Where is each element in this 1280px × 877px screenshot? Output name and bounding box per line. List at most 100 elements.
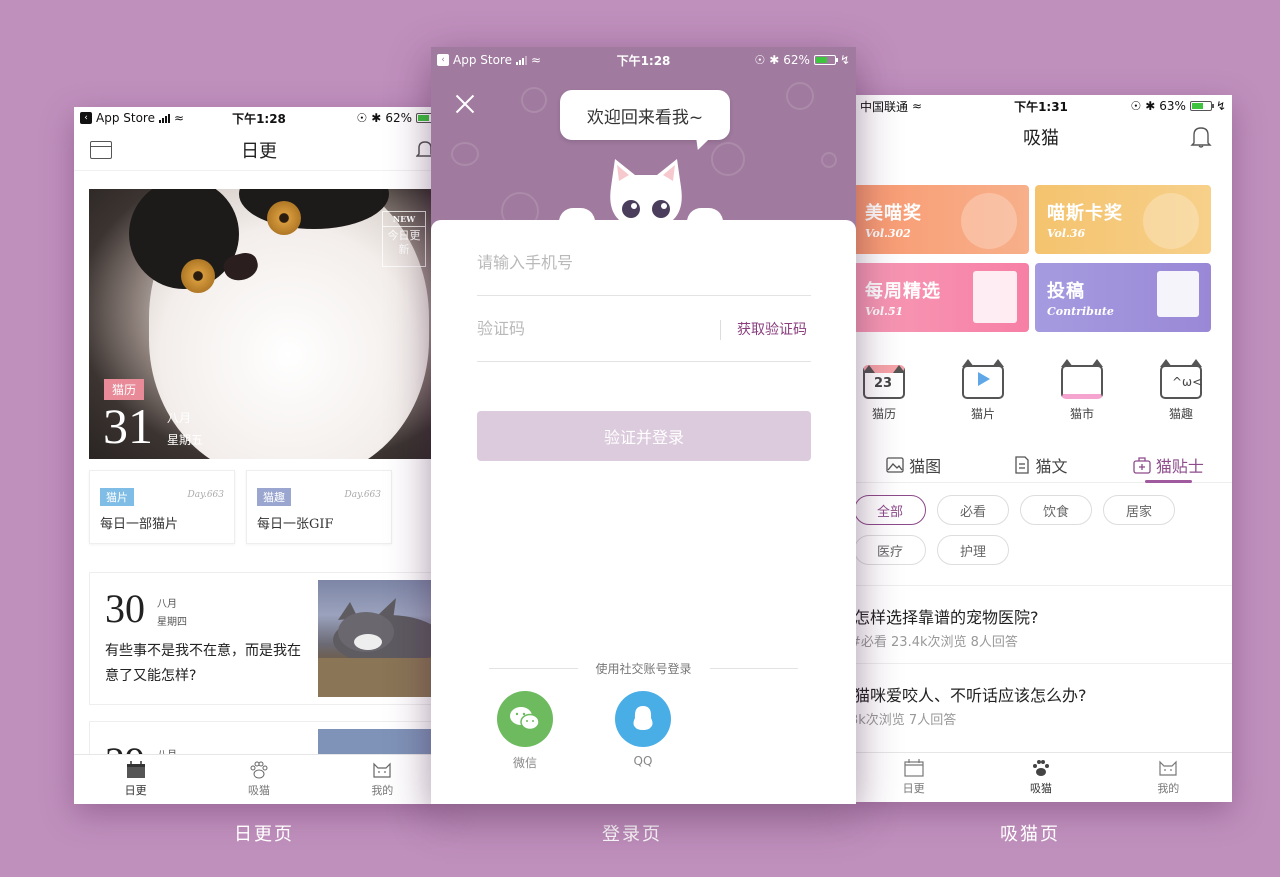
- cat-fun-icon: ^ω<: [1160, 359, 1202, 399]
- entry-thumbnail: [318, 580, 444, 697]
- calendar-date: 23: [874, 376, 893, 391]
- get-code-button[interactable]: 获取验证码: [720, 320, 807, 340]
- tab-daily[interactable]: 日更: [850, 753, 977, 802]
- chip-diet[interactable]: 饮食: [1020, 495, 1092, 525]
- orientation-lock-icon: ☉: [754, 53, 766, 67]
- category-fun[interactable]: ^ω< 猫趣: [1156, 359, 1206, 422]
- question-meta: 3k次浏览 7人回答: [850, 713, 957, 728]
- phone-input[interactable]: [477, 230, 811, 295]
- wifi-icon: ≈: [530, 53, 542, 67]
- mini-card-tag: 猫片: [100, 488, 134, 506]
- wifi-icon: ≈: [173, 111, 185, 125]
- page-title: 吸猫: [1023, 128, 1059, 149]
- carrier-label: App Store: [453, 53, 512, 67]
- tab-label: 吸猫: [1029, 782, 1052, 795]
- chip-medical[interactable]: 医疗: [854, 535, 926, 565]
- tab-me[interactable]: 我的: [321, 755, 444, 804]
- promo-weekly-picks[interactable]: 每周精选 Vol.51: [853, 263, 1029, 332]
- cat-illustration-icon: [961, 193, 1017, 249]
- question-item[interactable]: 怎样选择靠谱的宠物医院? #必看 23.4k次浏览 8人回答: [850, 585, 1232, 663]
- tab-label: 猫文: [1035, 456, 1068, 476]
- newspaper-icon: [973, 271, 1017, 323]
- carrier-label: 中国联通: [860, 99, 909, 114]
- entry-card[interactable]: 30 八月 星期四 有些事不是我不在意，而是我在意了又能怎样?: [89, 572, 444, 705]
- chip-all[interactable]: 全部: [854, 495, 926, 525]
- promo-oscar-award[interactable]: 喵斯卡奖 Vol.36: [1035, 185, 1211, 254]
- phone-field: [477, 230, 811, 296]
- cat-face-icon: [373, 762, 391, 778]
- daily-page-screen: ‹ App Store ≈ 下午1:28 ☉ ✱ 62% 日更 NEW 今日更新…: [74, 107, 444, 804]
- bell-icon[interactable]: [1190, 125, 1212, 149]
- social-login-label: 使用社交账号登录: [595, 662, 692, 676]
- promo-title: 喵斯卡奖: [1047, 203, 1123, 224]
- hero-day: 31: [103, 398, 153, 454]
- tab-cat-articles[interactable]: 猫文: [977, 447, 1104, 482]
- wechat-login-button[interactable]: 微信: [497, 691, 553, 771]
- promo-subtitle: Contribute: [1047, 305, 1114, 318]
- battery-percent: 63%: [1159, 99, 1186, 113]
- login-form-card: 获取验证码 验证并登录 使用社交账号登录 微信 QQ: [431, 208, 856, 804]
- mini-card-tag: 猫趣: [257, 488, 291, 506]
- tab-cat[interactable]: 吸猫: [977, 753, 1104, 802]
- promo-beauty-award[interactable]: 美喵奖 Vol.302: [853, 185, 1029, 254]
- welcome-bubble: 欢迎回来看我~: [560, 90, 730, 140]
- code-input[interactable]: [477, 296, 697, 361]
- swirl-doodle-icon: [521, 87, 547, 113]
- question-item[interactable]: 猫咪爱咬人、不听话应该怎么办? 3k次浏览 7人回答: [850, 663, 1232, 741]
- category-video[interactable]: 猫片: [958, 359, 1008, 422]
- page-title: 日更: [241, 140, 277, 162]
- category-market[interactable]: 猫市: [1057, 359, 1107, 422]
- cat-video-icon: [962, 359, 1004, 399]
- charging-icon: ↯: [1215, 99, 1226, 113]
- charging-icon: ↯: [839, 53, 850, 67]
- close-icon[interactable]: [453, 92, 477, 116]
- filter-chips: 全部 必看 饮食 居家 医疗 护理: [854, 495, 1194, 565]
- promo-title: 每周精选: [865, 281, 941, 302]
- calendar-icon: [126, 761, 145, 778]
- verify-login-button[interactable]: 验证并登录: [477, 411, 811, 461]
- document-stack-icon: [1157, 271, 1199, 317]
- question-meta: #必看 23.4k次浏览 8人回答: [850, 635, 1018, 650]
- social-login-divider: 使用社交账号登录: [489, 660, 799, 677]
- code-field: 获取验证码: [477, 296, 811, 362]
- tab-label: 日更: [124, 784, 147, 797]
- promo-title: 美喵奖: [865, 203, 922, 224]
- back-to-app-icon[interactable]: ‹: [437, 54, 449, 66]
- paw-icon: [1032, 760, 1049, 776]
- category-calendar[interactable]: 23 猫历: [859, 365, 909, 422]
- bluetooth-icon: ✱: [1145, 99, 1156, 113]
- tab-bar: 日更 吸猫 我的: [850, 752, 1232, 802]
- chip-must-read[interactable]: 必看: [937, 495, 1009, 525]
- mini-card-gif[interactable]: 猫趣 Day.663 每日一张GIF: [246, 470, 392, 544]
- promo-title: 投稿: [1047, 281, 1085, 302]
- category-label: 猫片: [970, 407, 995, 421]
- promo-subtitle: Vol.51: [865, 305, 904, 318]
- tab-cat[interactable]: 吸猫: [197, 755, 320, 804]
- chip-home[interactable]: 居家: [1103, 495, 1175, 525]
- tab-me[interactable]: 我的: [1105, 753, 1232, 802]
- tab-cat-tips[interactable]: 猫贴士: [1105, 447, 1232, 483]
- tab-daily[interactable]: 日更: [74, 755, 197, 804]
- cat-eye: [267, 201, 301, 235]
- wifi-icon: ≈: [912, 99, 923, 113]
- hero-card[interactable]: NEW 今日更新 猫历 31 八月 星期五: [89, 189, 434, 459]
- mini-card-desc: 每日一张GIF: [257, 517, 334, 532]
- hero-weekday: 星期五: [167, 433, 204, 447]
- sleeping-cat-image: [318, 598, 444, 697]
- paw-doodle-icon: [786, 82, 814, 110]
- navbar: 吸猫: [850, 117, 1232, 157]
- yarn-doodle-icon: [711, 142, 745, 176]
- qq-login-button[interactable]: QQ: [615, 691, 671, 768]
- cat-calendar-icon: 23: [863, 365, 905, 399]
- battery-icon: [813, 55, 838, 65]
- mini-card-video[interactable]: 猫片 Day.663 每日一部猫片: [89, 470, 235, 544]
- back-to-app-icon[interactable]: ‹: [80, 112, 92, 124]
- hero-month: 八月: [167, 411, 192, 425]
- carrier-label: App Store: [96, 111, 155, 125]
- cat-page-screen: 中国联通 ≈ 下午1:31 ☉ ✱ 63% ↯ 吸猫 美喵奖 Vol.302 喵…: [850, 95, 1232, 802]
- calendar-box-icon[interactable]: [90, 141, 112, 159]
- chip-care[interactable]: 护理: [937, 535, 1009, 565]
- promo-subtitle: Vol.302: [865, 227, 911, 240]
- promo-contribute[interactable]: 投稿 Contribute: [1035, 263, 1211, 332]
- tab-cat-pictures[interactable]: 猫图: [850, 447, 977, 482]
